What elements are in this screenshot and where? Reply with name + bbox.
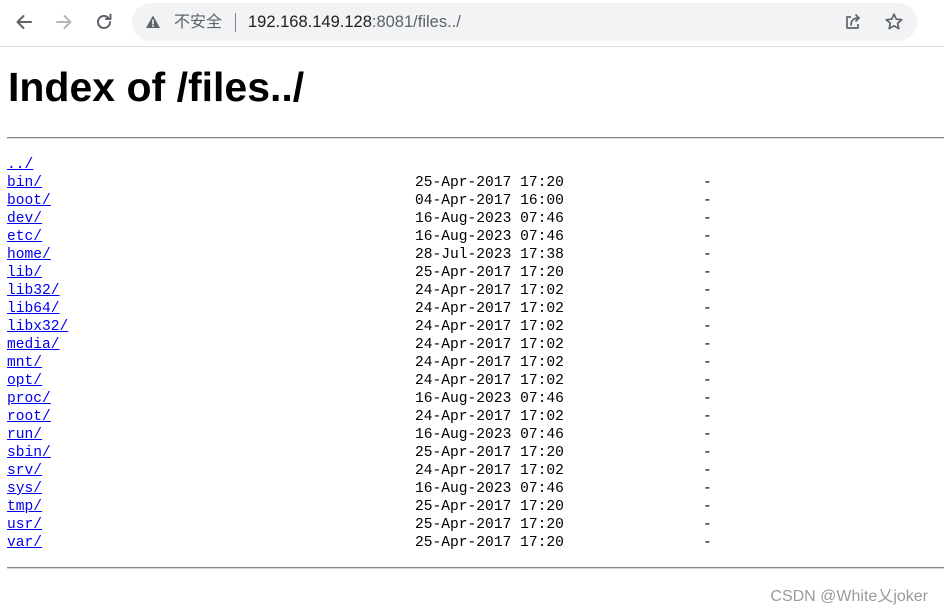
warning-triangle-icon[interactable]	[145, 14, 161, 30]
share-button[interactable]	[842, 11, 864, 33]
directory-link[interactable]: lib64/	[7, 300, 60, 318]
reload-button[interactable]	[88, 6, 120, 38]
forward-arrow-icon	[56, 15, 72, 29]
back-button[interactable]	[8, 6, 40, 38]
directory-link[interactable]: tmp/	[7, 498, 42, 516]
share-icon	[846, 14, 860, 29]
file-size: -	[703, 265, 712, 281]
directory-link[interactable]: bin/	[7, 174, 42, 192]
page-content: Index of /files../ ../ bin/25-Apr-2017 1…	[0, 47, 944, 616]
file-size: -	[703, 391, 712, 407]
file-size: -	[703, 175, 712, 191]
directory-link[interactable]: sbin/	[7, 444, 51, 462]
file-size: -	[703, 211, 712, 227]
file-size: -	[703, 373, 712, 389]
directory-link[interactable]: mnt/	[7, 354, 42, 372]
file-size: -	[703, 337, 712, 353]
modified-date: 28-Jul-2023 17:38	[415, 247, 564, 263]
forward-button[interactable]	[48, 6, 80, 38]
modified-date: 24-Apr-2017 17:02	[415, 301, 564, 317]
address-bar-divider	[235, 13, 236, 32]
directory-link[interactable]: usr/	[7, 516, 42, 534]
top-divider	[7, 137, 944, 139]
file-size: -	[703, 229, 712, 245]
file-size: -	[703, 445, 712, 461]
modified-date: 24-Apr-2017 17:02	[415, 283, 564, 299]
file-size: -	[703, 409, 712, 425]
directory-link[interactable]: root/	[7, 408, 51, 426]
file-size: -	[703, 481, 712, 497]
file-size: -	[703, 193, 712, 209]
bottom-divider	[7, 567, 944, 569]
url-text[interactable]: 192.168.149.128:8081/files../	[248, 12, 461, 32]
file-size: -	[703, 517, 712, 533]
directory-link[interactable]: home/	[7, 246, 51, 264]
modified-date: 25-Apr-2017 17:20	[415, 499, 564, 515]
modified-date: 25-Apr-2017 17:20	[415, 265, 564, 281]
browser-toolbar: 不安全 192.168.149.128:8081/files../	[0, 0, 944, 47]
modified-date: 16-Aug-2023 07:46	[415, 481, 564, 497]
directory-link[interactable]: dev/	[7, 210, 42, 228]
modified-date: 16-Aug-2023 07:46	[415, 391, 564, 407]
modified-date: 24-Apr-2017 17:02	[415, 463, 564, 479]
file-size: -	[703, 535, 712, 551]
modified-date: 16-Aug-2023 07:46	[415, 229, 564, 245]
directory-link[interactable]: proc/	[7, 390, 51, 408]
modified-date: 25-Apr-2017 17:20	[415, 517, 564, 533]
directory-link[interactable]: libx32/	[7, 318, 68, 336]
modified-date: 16-Aug-2023 07:46	[415, 211, 564, 227]
directory-link[interactable]: boot/	[7, 192, 51, 210]
modified-date: 25-Apr-2017 17:20	[415, 445, 564, 461]
file-size: -	[703, 319, 712, 335]
modified-date: 04-Apr-2017 16:00	[415, 193, 564, 209]
modified-date: 25-Apr-2017 17:20	[415, 175, 564, 191]
directory-link[interactable]: sys/	[7, 480, 42, 498]
security-status-label[interactable]: 不安全	[174, 12, 222, 32]
modified-date: 24-Apr-2017 17:02	[415, 355, 564, 371]
modified-date: 24-Apr-2017 17:02	[415, 337, 564, 353]
modified-date: 16-Aug-2023 07:46	[415, 427, 564, 443]
modified-date: 24-Apr-2017 17:02	[415, 373, 564, 389]
file-size: -	[703, 301, 712, 317]
address-bar[interactable]: 不安全 192.168.149.128:8081/files../	[132, 3, 917, 41]
url-host: 192.168.149.128	[248, 13, 372, 31]
reload-icon	[97, 13, 112, 29]
directory-link[interactable]: media/	[7, 336, 60, 354]
modified-date: 25-Apr-2017 17:20	[415, 535, 564, 551]
modified-date: 24-Apr-2017 17:02	[415, 409, 564, 425]
file-size: -	[703, 499, 712, 515]
file-size: -	[703, 427, 712, 443]
file-size: -	[703, 463, 712, 479]
bookmark-button[interactable]	[883, 11, 905, 33]
directory-link[interactable]: etc/	[7, 228, 42, 246]
watermark: CSDN @White乂joker	[770, 588, 928, 605]
modified-date: 24-Apr-2017 17:02	[415, 319, 564, 335]
directory-link[interactable]: run/	[7, 426, 42, 444]
star-icon	[885, 13, 903, 30]
file-size: -	[703, 247, 712, 263]
file-size: -	[703, 355, 712, 371]
directory-link[interactable]: lib32/	[7, 282, 60, 300]
directory-link[interactable]: var/	[7, 534, 42, 552]
directory-link[interactable]: srv/	[7, 462, 42, 480]
url-path: :8081/files../	[371, 13, 461, 31]
file-size: -	[703, 283, 712, 299]
page-title: Index of /files../	[8, 64, 305, 110]
parent-directory-link[interactable]: ../	[7, 156, 33, 174]
directory-link[interactable]: opt/	[7, 372, 42, 390]
back-arrow-icon	[16, 15, 32, 29]
directory-link[interactable]: lib/	[7, 264, 42, 282]
